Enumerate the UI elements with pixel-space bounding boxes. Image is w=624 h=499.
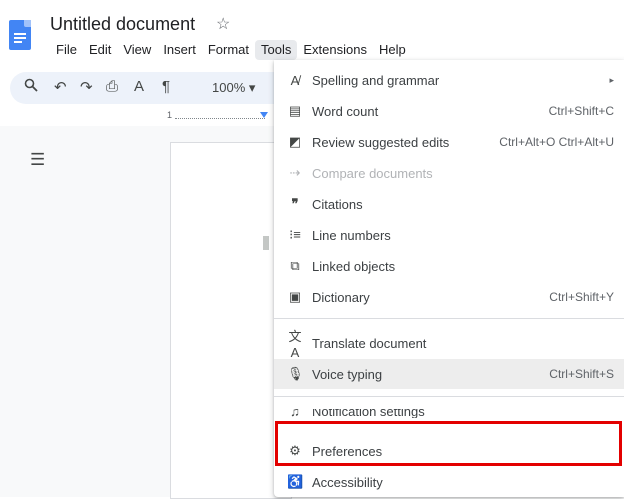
translate-icon: 文A <box>288 329 302 360</box>
line-numbers-icon: ⁝≡ <box>289 227 301 242</box>
word-count-icon: ▤ <box>288 103 302 118</box>
chevron-down-icon: ▾ <box>248 80 256 95</box>
menu-divider <box>274 318 624 319</box>
menu-item-label: Compare documents <box>312 165 433 181</box>
menu-item-label: Linked objects <box>312 258 396 274</box>
menu-item-linked-objects[interactable]: ⧉ Linked objects <box>274 251 624 281</box>
ruler: 1 <box>165 110 275 124</box>
bell-icon: ♫ <box>290 409 300 418</box>
menu-item-label: Voice typing <box>312 366 383 382</box>
menu-item-label: Line numbers <box>312 227 391 243</box>
scroll-indicator[interactable] <box>263 236 269 250</box>
print-icon[interactable]: ⎙ <box>106 78 118 95</box>
menu-item-label: Dictionary <box>312 289 370 305</box>
menu-item-label: Translate document <box>312 335 427 351</box>
menu-item-translate[interactable]: 文A Translate document <box>274 328 624 360</box>
menu-file[interactable]: File <box>50 40 83 60</box>
menu-extensions[interactable]: Extensions <box>297 40 373 60</box>
document-title[interactable]: Untitled document <box>50 14 195 35</box>
quote-icon: ❞ <box>291 196 299 211</box>
compare-icon: ⇢ <box>289 165 301 180</box>
menu-item-shortcut: Ctrl+Alt+O Ctrl+Alt+U <box>499 135 614 149</box>
menu-item-notification-settings[interactable]: ♫ Notification settings <box>274 409 624 418</box>
menu-edit[interactable]: Edit <box>83 40 117 60</box>
star-icon[interactable]: ☆ <box>216 14 230 34</box>
menu-item-label: Word count <box>312 103 379 119</box>
menu-item-voice-typing[interactable]: 🎙︎ Voice typing Ctrl+Shift+S <box>274 359 624 389</box>
accessibility-icon: ♿ <box>287 474 304 489</box>
menu-tools[interactable]: Tools <box>255 40 298 60</box>
zoom-value: 100% <box>212 80 246 95</box>
submenu-arrow-icon: ▸ <box>609 74 614 85</box>
review-edits-icon: ◩ <box>288 134 302 149</box>
menu-item-dictionary[interactable]: ▣ Dictionary Ctrl+Shift+Y <box>274 282 624 312</box>
menu-bar: File Edit View Insert Format Tools Exten… <box>50 40 412 60</box>
menu-item-shortcut: Ctrl+Shift+Y <box>549 290 614 304</box>
outline-icon[interactable]: ☰ <box>30 150 45 170</box>
menu-item-shortcut: Ctrl+Shift+C <box>548 104 614 118</box>
menu-item-label: Citations <box>312 196 363 212</box>
spellcheck-icon[interactable]: A <box>134 78 144 95</box>
menu-insert[interactable]: Insert <box>157 40 202 60</box>
zoom-select[interactable]: 100% ▾ <box>212 80 255 96</box>
menu-view[interactable]: View <box>117 40 157 60</box>
search-icon[interactable] <box>24 78 38 96</box>
menu-item-label: Review suggested edits <box>312 134 450 150</box>
menu-item-shortcut: Ctrl+Shift+S <box>549 367 614 381</box>
indent-marker-icon[interactable] <box>260 112 268 118</box>
microphone-icon: 🎙︎ <box>287 366 304 381</box>
menu-item-spelling-grammar[interactable]: A̸ Spelling and grammar ▸ <box>274 65 624 95</box>
menu-item-accessibility[interactable]: ♿ Accessibility <box>274 467 624 497</box>
paint-format-icon[interactable]: ¶ <box>162 78 170 95</box>
menu-item-label: Accessibility <box>312 474 383 490</box>
preferences-highlight-box <box>275 421 622 466</box>
menu-item-citations[interactable]: ❞ Citations <box>274 189 624 219</box>
docs-logo-icon[interactable] <box>9 20 31 50</box>
menu-item-compare-documents: ⇢ Compare documents <box>274 158 624 188</box>
menu-divider <box>274 396 624 397</box>
redo-icon[interactable]: ↷ <box>80 78 93 96</box>
menu-item-label: Spelling and grammar <box>312 72 440 88</box>
menu-help[interactable]: Help <box>373 40 412 60</box>
menu-format[interactable]: Format <box>202 40 255 60</box>
dictionary-icon: ▣ <box>288 289 302 304</box>
menu-item-line-numbers[interactable]: ⁝≡ Line numbers <box>274 220 624 250</box>
ruler-mark: 1 <box>167 110 173 120</box>
linked-objects-icon: ⧉ <box>290 258 300 273</box>
menu-item-word-count[interactable]: ▤ Word count Ctrl+Shift+C <box>274 96 624 126</box>
menu-item-label: Notification settings <box>312 409 425 418</box>
spellcheck-icon: A̸ <box>290 72 300 88</box>
undo-icon[interactable]: ↶ <box>54 78 67 96</box>
menu-item-review-edits[interactable]: ◩ Review suggested edits Ctrl+Alt+O Ctrl… <box>274 127 624 157</box>
